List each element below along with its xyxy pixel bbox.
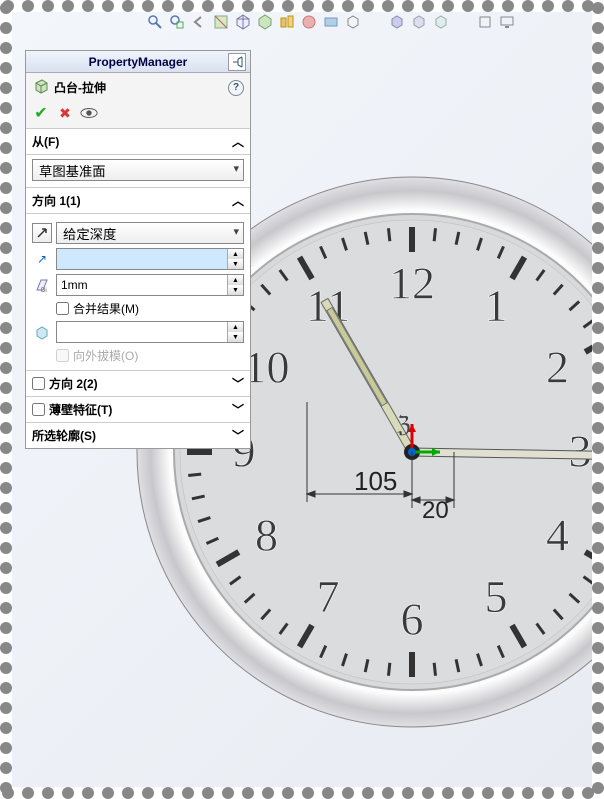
- draft-icon[interactable]: Di: [32, 275, 52, 295]
- panel-title: PropertyManager: [89, 55, 188, 69]
- heads-up-toolbar: [142, 12, 520, 32]
- draft-input[interactable]: [57, 275, 227, 295]
- action-row: ✔ ✖: [26, 102, 250, 128]
- chevron-up-icon: ︿: [232, 133, 244, 150]
- svg-text:2: 2: [546, 342, 569, 393]
- svg-text:7: 7: [317, 571, 340, 622]
- body-input[interactable]: [57, 322, 227, 342]
- svg-text:4: 4: [546, 510, 569, 561]
- thin-section-header[interactable]: 薄壁特征(T) ﹀: [26, 396, 250, 422]
- spacer: [366, 13, 384, 31]
- spin-down-icon[interactable]: ▼: [228, 259, 243, 269]
- section-view-icon[interactable]: [212, 13, 230, 31]
- dir1-section-header[interactable]: 方向 1(1) ︿: [26, 187, 250, 213]
- display-style-icon[interactable]: [256, 13, 274, 31]
- body-icon[interactable]: [32, 322, 52, 342]
- view-orientation-icon[interactable]: [234, 13, 252, 31]
- feature-name: 凸台-拉伸: [54, 79, 106, 96]
- dir1-section: 给定深度 ↗ ▲▼ Di ▲▼ 合并结果(M): [26, 213, 250, 370]
- chevron-up-icon: ︿: [232, 192, 244, 209]
- from-label: 从(F): [32, 133, 59, 150]
- draft-outward-checkbox: 向外拔模(O): [56, 347, 244, 364]
- view-settings-icon[interactable]: [344, 13, 362, 31]
- render-icon[interactable]: [388, 13, 406, 31]
- dir2-label: 方向 2(2): [49, 375, 98, 392]
- cube-variant-icon[interactable]: [432, 13, 450, 31]
- end-condition-combo[interactable]: 给定深度: [56, 222, 244, 244]
- svg-text:5: 5: [485, 571, 508, 622]
- svg-text:6: 6: [401, 594, 424, 645]
- svg-text:Di: Di: [41, 288, 47, 294]
- merge-result-checkbox[interactable]: 合并结果(M): [56, 300, 244, 317]
- depth-input[interactable]: [57, 249, 227, 269]
- zoom-area-icon[interactable]: [168, 13, 186, 31]
- pin-icon[interactable]: [228, 53, 246, 71]
- thin-label: 薄壁特征(T): [49, 401, 112, 418]
- print3d-icon[interactable]: [476, 13, 494, 31]
- spin-up-icon[interactable]: ▲: [228, 249, 243, 259]
- svg-text:1: 1: [485, 280, 508, 331]
- merge-checkbox-input[interactable]: [56, 302, 69, 315]
- dir2-section-header[interactable]: 方向 2(2) ﹀: [26, 370, 250, 396]
- from-section-header[interactable]: 从(F) ︿: [26, 128, 250, 154]
- panel-title-bar: PropertyManager: [26, 51, 250, 73]
- chevron-down-icon: ﹀: [232, 427, 244, 444]
- zoom-to-fit-icon[interactable]: [146, 13, 164, 31]
- hide-show-icon[interactable]: [278, 13, 296, 31]
- preview-eye-icon[interactable]: [80, 104, 98, 122]
- spin-up-icon[interactable]: ▲: [228, 275, 243, 285]
- draft-outward-label: 向外拔模(O): [73, 347, 138, 364]
- contours-label: 所选轮廓(S): [32, 427, 96, 444]
- spin-down-icon[interactable]: ▼: [228, 332, 243, 342]
- chevron-down-icon: ﹀: [232, 375, 244, 392]
- chevron-down-icon: ﹀: [232, 401, 244, 418]
- draft-value-spinner[interactable]: ▲▼: [56, 274, 244, 296]
- svg-text:12: 12: [389, 258, 435, 309]
- property-manager-panel: PropertyManager 凸台-拉伸 ? ✔ ✖ 从(F) ︿ 草图基准面: [25, 50, 251, 449]
- ok-icon[interactable]: ✔: [32, 104, 50, 122]
- feature-name-row: 凸台-拉伸 ?: [26, 73, 250, 102]
- edit-appearance-icon[interactable]: [300, 13, 318, 31]
- merge-label: 合并结果(M): [73, 300, 139, 317]
- svg-text:ℨ: ℨ: [397, 412, 411, 437]
- cancel-icon[interactable]: ✖: [56, 104, 74, 122]
- previous-view-icon[interactable]: [190, 13, 208, 31]
- graphics-viewport[interactable]: 121234567891011: [12, 12, 592, 787]
- spin-up-icon[interactable]: ▲: [228, 322, 243, 332]
- spin-down-icon[interactable]: ▼: [228, 285, 243, 295]
- direction-arrow-icon: ↗: [32, 249, 52, 269]
- draft-outward-input: [56, 349, 69, 362]
- dimension-20: 20: [422, 497, 449, 524]
- body-spinner[interactable]: ▲▼: [56, 321, 244, 343]
- monitor-icon[interactable]: [498, 13, 516, 31]
- from-combo[interactable]: 草图基准面: [32, 159, 244, 181]
- reverse-direction-icon[interactable]: [32, 223, 52, 243]
- apply-scene-icon[interactable]: [322, 13, 340, 31]
- thin-checkbox[interactable]: [32, 403, 45, 416]
- svg-text:8: 8: [255, 510, 278, 561]
- depth-spinner[interactable]: ▲▼: [56, 248, 244, 270]
- from-section: 草图基准面: [26, 154, 250, 187]
- spacer2: [454, 13, 472, 31]
- cube-icon[interactable]: [410, 13, 428, 31]
- dir1-label: 方向 1(1): [32, 192, 81, 209]
- dimension-105: 105: [354, 466, 397, 496]
- dir2-checkbox[interactable]: [32, 377, 45, 390]
- contours-section-header[interactable]: 所选轮廓(S) ﹀: [26, 422, 250, 448]
- extrude-icon: [32, 77, 50, 98]
- help-icon[interactable]: ?: [228, 80, 244, 96]
